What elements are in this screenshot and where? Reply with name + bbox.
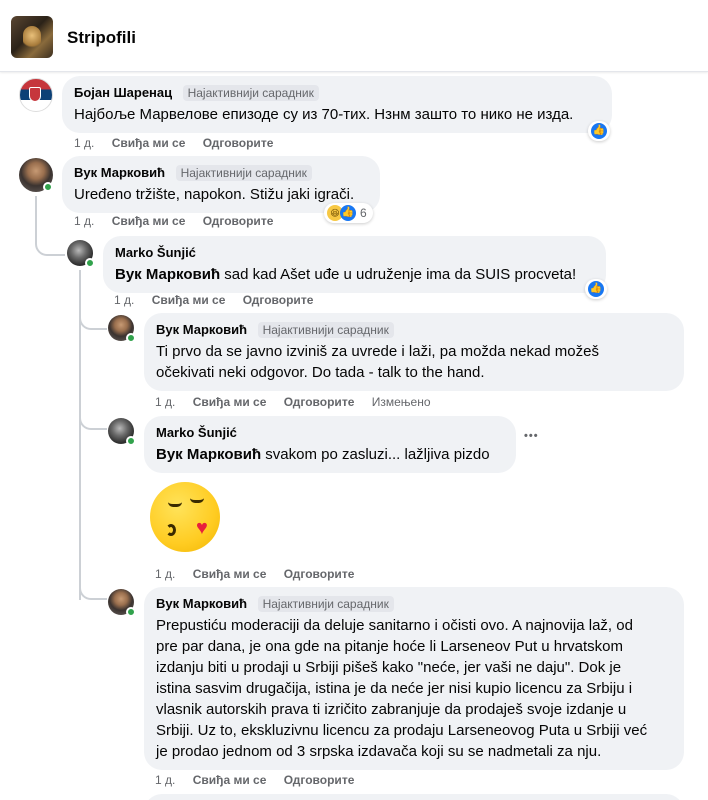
comment-time[interactable]: 1 д. <box>155 773 175 787</box>
contributor-badge: Најактивнији сарадник <box>182 84 319 101</box>
reaction-summary[interactable]: 👍 <box>588 121 610 141</box>
comment-text-line: pre par dana, je ona gde na pitanje hoće… <box>156 638 623 655</box>
reaction-count: 6 <box>360 206 367 220</box>
comment-text-line: izdanju biti u prodaji u Srbiji pišeš ka… <box>156 659 622 676</box>
comment-actions: 1 д. Свиђа ми се Одговорите <box>114 293 327 307</box>
group-title[interactable]: Stripofili <box>67 28 136 48</box>
comment-text-line: vlasnik autorskih prava ti izričito zabr… <box>156 701 627 718</box>
comment-text: Uređeno tržište, napokon. Stižu jaki igr… <box>74 186 355 203</box>
comment-author[interactable]: Бојан Шаренац <box>74 85 172 100</box>
comment-author[interactable]: Вук Марковић <box>156 322 247 337</box>
mention-link[interactable]: Вук Марковић <box>156 446 261 463</box>
comment-time[interactable]: 1 д. <box>114 293 134 307</box>
group-avatar[interactable] <box>11 16 53 58</box>
comment-time[interactable]: 1 д. <box>74 214 94 228</box>
thread-connector <box>79 312 107 330</box>
comment-text-line: istina sasvim drugačija, istina je da ne… <box>156 680 633 697</box>
emoji-lips <box>166 524 176 536</box>
comment-text: Ti prvo da se javno izviniš za uvrede i … <box>156 343 599 360</box>
comment-bubble: Бојан Шаренац Најактивнији сарадник Најб… <box>62 76 612 133</box>
reaction-summary[interactable]: 👍 <box>585 279 607 299</box>
comment-bubble: Вук Марковић Најактивнији сарадник Prepu… <box>144 587 684 770</box>
reply-button[interactable]: Одговорите <box>203 214 274 228</box>
reply-button[interactable]: Одговорите <box>284 773 355 787</box>
online-indicator <box>43 182 53 192</box>
online-indicator <box>126 436 136 446</box>
avatar[interactable] <box>19 78 53 112</box>
comment-actions: 1 д. Свиђа ми се Одговорите <box>155 773 368 787</box>
like-button[interactable]: Свиђа ми се <box>112 136 186 150</box>
thread-connector <box>35 238 65 256</box>
more-options-button[interactable]: ••• <box>524 430 539 442</box>
contributor-badge: Најактивнији сарадник <box>175 164 312 181</box>
mention-link[interactable]: Вук Марковић <box>115 266 220 283</box>
like-button[interactable]: Свиђа ми се <box>193 395 267 409</box>
comment-author[interactable]: Вук Марковић <box>74 165 165 180</box>
edited-label[interactable]: Измењено <box>372 395 431 409</box>
comment-bubble: Marko Šunjić Вук Марковић svakom po zasl… <box>144 416 516 473</box>
comment-author[interactable]: Marko Šunjić <box>115 245 196 260</box>
comment-time[interactable]: 1 д. <box>155 567 175 581</box>
comment-actions: 1 д. Свиђа ми се Одговорите <box>74 214 287 228</box>
like-icon: 👍 <box>340 205 356 221</box>
thread-line <box>35 196 37 244</box>
comment-author[interactable]: Вук Марковић <box>156 596 247 611</box>
comment-text-line: Prepustiću moderaciji da deluje sanitarn… <box>156 617 633 634</box>
reply-button[interactable]: Одговорите <box>284 395 355 409</box>
contributor-badge: Најактивнији сарадник <box>257 321 394 338</box>
like-button[interactable]: Свиђа ми се <box>193 567 267 581</box>
like-button[interactable]: Свиђа ми се <box>152 293 226 307</box>
online-indicator <box>85 258 95 268</box>
comment-actions: 1 д. Свиђа ми се Одговорите <box>74 136 287 150</box>
reply-button[interactable]: Одговорите <box>203 136 274 150</box>
group-header: Stripofili <box>0 0 708 72</box>
reply-button[interactable]: Одговорите <box>284 567 355 581</box>
kissing-heart-emoji: ♥ <box>150 482 220 552</box>
comment-text-line: Srbiji. Uz to, ekskluzivnu licencu za pr… <box>156 722 648 739</box>
comment-text: sad kad Ašet uđe u udruženje ima da SUIS… <box>220 266 577 283</box>
comment-bubble-partial <box>144 794 684 800</box>
comment-actions: 1 д. Свиђа ми се Одговорите Измењено <box>155 395 445 409</box>
comment-text-line: je prodao jednom od 3 srpska izdavača ko… <box>156 743 602 760</box>
thread-connector <box>79 582 107 600</box>
comment-text: Најбоље Марвелове епизоде су из 70-тих. … <box>74 106 574 123</box>
comment-text: svakom po zasluzi... lažljiva pizdo <box>261 446 490 463</box>
comment-actions: 1 д. Свиђа ми се Одговорите <box>155 567 368 581</box>
like-icon: 👍 <box>588 281 604 297</box>
online-indicator <box>126 607 136 617</box>
comment-text: očekivati neki odgovor. Do tada - talk t… <box>156 364 485 381</box>
comment-time[interactable]: 1 д. <box>74 136 94 150</box>
emoji-eye <box>168 502 182 507</box>
like-button[interactable]: Свиђа ми се <box>193 773 267 787</box>
reaction-summary[interactable]: 😆 👍 6 <box>324 203 373 223</box>
online-indicator <box>126 333 136 343</box>
comment-bubble: Вук Марковић Најактивнији сарадник Ti pr… <box>144 313 684 391</box>
thread-connector <box>79 412 107 430</box>
like-button[interactable]: Свиђа ми се <box>112 214 186 228</box>
comment-bubble: Marko Šunjić Вук Марковић sad kad Ašet u… <box>103 236 606 293</box>
heart-icon: ♥ <box>196 517 208 539</box>
emoji-eye <box>190 498 204 503</box>
comment-time[interactable]: 1 д. <box>155 395 175 409</box>
like-icon: 👍 <box>591 123 607 139</box>
comment-author[interactable]: Marko Šunjić <box>156 425 237 440</box>
reply-button[interactable]: Одговорите <box>243 293 314 307</box>
contributor-badge: Најактивнији сарадник <box>257 595 394 612</box>
